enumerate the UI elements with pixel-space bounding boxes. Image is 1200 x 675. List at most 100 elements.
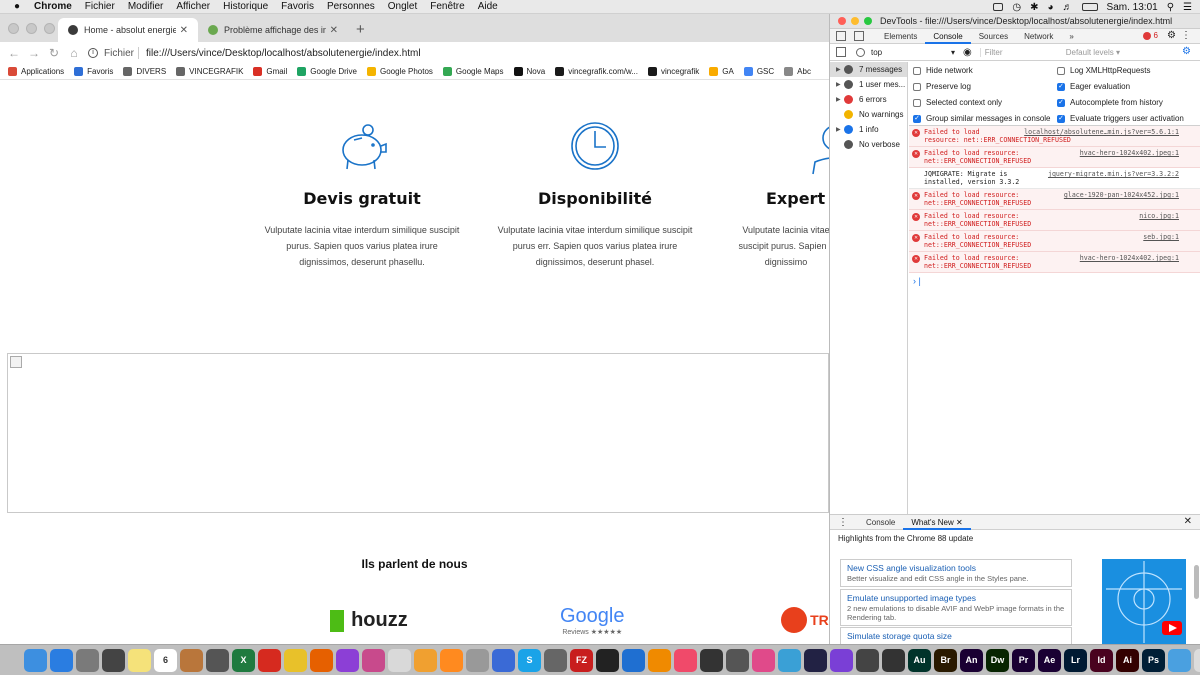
sidebar-filter-item[interactable]: ▶ 1 info [830, 122, 907, 137]
whats-new-video-thumbnail[interactable] [1102, 559, 1186, 645]
forward-arrow-icon[interactable]: → [24, 46, 44, 60]
zoom-window-button[interactable] [44, 23, 55, 34]
drawer-tab-whats-new[interactable]: What's New ✕ [903, 515, 971, 530]
drawer-menu-icon[interactable]: ⋮ [838, 517, 848, 528]
music-icon[interactable] [674, 648, 697, 672]
more-options-icon[interactable]: ⋮ [1181, 30, 1191, 41]
close-drawer-tab-icon[interactable]: ✕ [956, 518, 963, 527]
console-setting-option[interactable]: Selected context only [913, 98, 1002, 107]
expand-arrow-icon[interactable]: ▶ [836, 96, 844, 103]
checkbox[interactable]: ✓ [1057, 114, 1065, 123]
tab-console[interactable]: Console [925, 29, 971, 44]
app-icon[interactable] [440, 648, 463, 672]
bookmark-item[interactable]: GA [709, 67, 734, 76]
drawer-scrollbar[interactable] [1194, 565, 1199, 599]
app-icon[interactable] [544, 648, 567, 672]
close-drawer-icon[interactable]: ✕ [1184, 516, 1192, 527]
app-icon[interactable] [102, 648, 125, 672]
bookmark-item[interactable]: Google Maps [442, 67, 504, 76]
card-title[interactable]: New CSS angle visualization tools [847, 563, 1065, 573]
checkbox[interactable] [913, 82, 921, 91]
drawer-tab-console[interactable]: Console [858, 515, 903, 530]
finder-icon[interactable] [24, 648, 47, 672]
podcasts-icon[interactable] [336, 648, 359, 672]
photoshop-icon[interactable]: Ps [1142, 648, 1165, 672]
console-setting-option[interactable]: Hide network [913, 66, 973, 75]
tab-sources[interactable]: Sources [971, 29, 1016, 44]
expand-arrow-icon[interactable]: ▶ [836, 126, 844, 133]
checkbox[interactable]: ✓ [1057, 98, 1065, 107]
site-info-icon[interactable]: i [88, 48, 98, 58]
app-icon[interactable] [804, 648, 827, 672]
bookmark-item[interactable]: Favoris [74, 67, 113, 76]
message-source-link[interactable]: hvac-hero-1024x402.jpeg:1 [1080, 254, 1179, 262]
device-toolbar-icon[interactable] [854, 31, 864, 41]
clock-icon[interactable]: ◷ [1012, 2, 1021, 13]
sidebar-filter-item[interactable]: ▶ 6 errors [830, 92, 907, 107]
new-tab-button[interactable]: + [356, 21, 365, 38]
battery-icon[interactable] [1081, 3, 1098, 11]
system-preferences-icon[interactable] [76, 648, 99, 672]
calendar-icon[interactable]: 6 [154, 648, 177, 672]
error-counter[interactable]: 6 [1142, 31, 1158, 40]
app-store-icon[interactable] [50, 648, 73, 672]
console-message[interactable]: ✕ Failed to load resource: net::ERR_CONNEC… [909, 189, 1200, 210]
close-tab-icon[interactable]: ✕ [180, 25, 188, 36]
trash-icon[interactable] [1194, 648, 1200, 672]
console-setting-option[interactable]: ✓ Autocomplete from history [1057, 98, 1163, 107]
expand-arrow-icon[interactable]: ▶ [836, 66, 844, 73]
search-icon[interactable]: ⚲ [1167, 2, 1174, 13]
console-setting-option[interactable]: ✓ Eager evaluation [1057, 82, 1130, 91]
app-icon[interactable] [726, 648, 749, 672]
live-expression-eye-icon[interactable]: ◉ [963, 47, 972, 58]
sidebar-filter-item[interactable]: ▶ 1 user mes... [830, 77, 907, 92]
tab-network[interactable]: Network [1016, 29, 1061, 44]
menu-chrome[interactable]: Chrome [34, 1, 72, 12]
illustrator-icon[interactable]: Ai [1116, 648, 1139, 672]
reload-icon[interactable]: ↻ [44, 46, 64, 60]
checkbox[interactable] [913, 98, 921, 107]
console-setting-option[interactable]: ✓ Evaluate triggers user activation [1057, 114, 1184, 123]
sidebar-filter-item[interactable]: ▶ 7 messages [830, 62, 907, 77]
chrome-icon[interactable] [284, 648, 307, 672]
app-icon[interactable] [596, 648, 619, 672]
bluetooth-icon[interactable]: ✱ [1030, 2, 1038, 13]
message-source-link[interactable]: localhost/absolutene…min.js?ver=5.6.1:1 [1024, 128, 1179, 136]
menu-modifier[interactable]: Modifier [128, 1, 164, 12]
lightroom-icon[interactable]: Lr [1064, 648, 1087, 672]
vlc-icon[interactable] [648, 648, 671, 672]
app-icon[interactable] [492, 648, 515, 672]
bookmark-item[interactable]: Gmail [253, 67, 287, 76]
bookmark-item[interactable]: Google Photos [366, 67, 433, 76]
bookmark-item[interactable]: VINCEGRAFIK [176, 67, 243, 76]
settings-gear-icon[interactable]: ⚙ [1167, 30, 1176, 41]
bookmark-item[interactable]: GSC [743, 67, 774, 76]
animate-icon[interactable]: An [960, 648, 983, 672]
console-filter-input[interactable]: Filter [979, 47, 1062, 57]
console-message[interactable]: JQMIGRATE: Migrate is installed, version … [909, 168, 1200, 189]
app-icon[interactable] [752, 648, 775, 672]
back-arrow-icon[interactable]: ← [4, 46, 24, 60]
devtools-zoom-button[interactable] [864, 17, 872, 25]
console-message[interactable]: ✕ Failed to load resource: net::ERR_CONNEC… [909, 147, 1200, 168]
display-icon[interactable] [993, 3, 1004, 11]
console-settings-gear-icon[interactable]: ⚙ [1182, 46, 1191, 57]
address-bar[interactable]: i Fichier file:///Users/vince/Desktop/lo… [88, 44, 808, 62]
firefox-icon[interactable] [310, 648, 333, 672]
checkbox[interactable]: ✓ [1057, 82, 1065, 91]
menu-afficher[interactable]: Afficher [176, 1, 210, 12]
excel-icon[interactable]: X [232, 648, 255, 672]
tab-home[interactable]: Home - absolut energie ✕ [58, 18, 198, 42]
indesign-icon[interactable]: Id [1090, 648, 1113, 672]
more-tabs-button[interactable]: » [1061, 29, 1081, 44]
tab-probleme-affichage[interactable]: Problème affichage des image ✕ [198, 18, 348, 42]
checkbox[interactable] [913, 66, 921, 75]
console-message[interactable]: ✕ Failed to load resource: net::ERR_CONNEC… [909, 252, 1200, 273]
console-setting-option[interactable]: Preserve log [913, 82, 971, 91]
menu-personnes[interactable]: Personnes [327, 1, 375, 12]
control-center-icon[interactable]: ☰ [1183, 2, 1192, 13]
menu-fichier[interactable]: Fichier [85, 1, 115, 12]
app-icon[interactable] [206, 648, 229, 672]
inspect-element-icon[interactable] [836, 31, 846, 41]
dreamweaver-icon[interactable]: Dw [986, 648, 1009, 672]
